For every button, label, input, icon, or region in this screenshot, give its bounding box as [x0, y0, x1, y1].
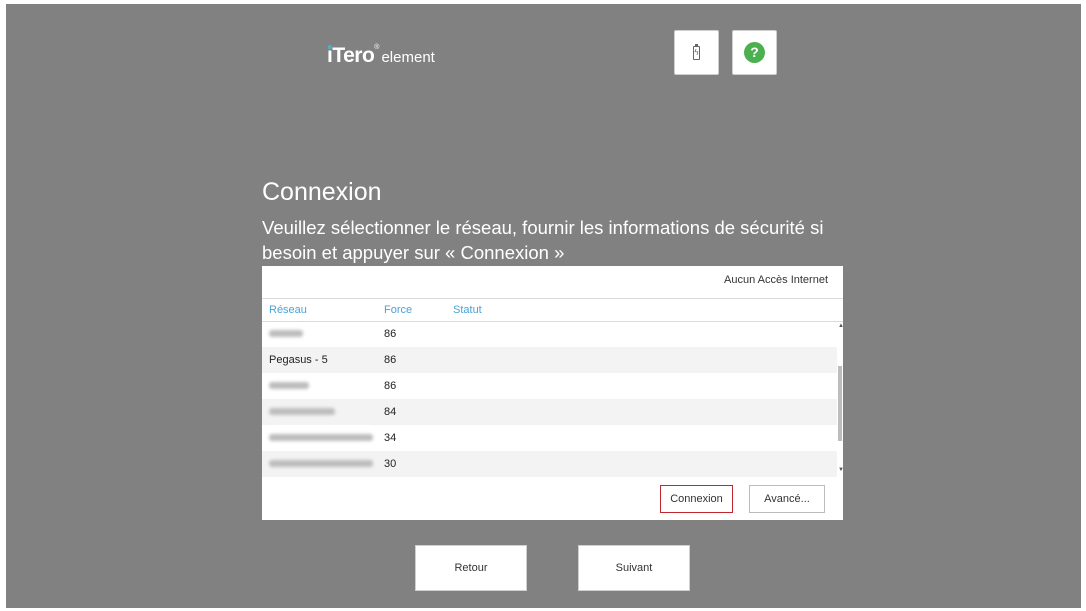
internet-status: Aucun Accès Internet: [724, 274, 828, 286]
logo-brand: iTero: [327, 44, 375, 67]
wifi-panel: Aucun Accès Internet Réseau Force Statut…: [262, 266, 844, 520]
network-row[interactable]: 30: [262, 451, 837, 477]
network-name: Pegasus - 5: [269, 354, 328, 366]
network-list-scrollbar[interactable]: ▲ ▼: [837, 321, 844, 477]
screen: iTero®element ϟ ? Connexion Veuillez sél…: [6, 4, 1081, 608]
obscured-network-name: [269, 408, 335, 415]
battery-button[interactable]: ϟ: [674, 30, 719, 75]
next-button[interactable]: Suivant: [578, 545, 690, 591]
scroll-down-icon[interactable]: ▼: [838, 467, 844, 473]
obscured-network-name: [269, 330, 303, 337]
logo-product: element: [381, 49, 435, 66]
network-strength: 30: [384, 458, 397, 470]
network-table-header: Réseau Force Statut: [262, 298, 843, 322]
network-row[interactable]: 84: [262, 399, 837, 425]
network-strength: 84: [384, 406, 397, 418]
network-row[interactable]: 34: [262, 425, 837, 451]
itero-logo: iTero®element: [327, 44, 435, 67]
network-strength: 86: [384, 328, 397, 340]
network-strength: 34: [384, 432, 397, 444]
obscured-network-name: [269, 460, 373, 467]
column-network[interactable]: Réseau: [269, 304, 307, 316]
connect-button[interactable]: Connexion: [660, 485, 733, 513]
column-status[interactable]: Statut: [453, 304, 482, 316]
obscured-network-name: [269, 434, 373, 441]
network-row[interactable]: 86: [262, 373, 837, 399]
battery-charging-icon: ϟ: [693, 43, 700, 60]
network-row[interactable]: Pegasus - 5 86: [262, 347, 837, 373]
network-row[interactable]: 86: [262, 321, 837, 347]
network-list: 86 Pegasus - 5 86 86 84 34 30: [262, 321, 837, 477]
network-strength: 86: [384, 354, 397, 366]
advanced-button[interactable]: Avancé...: [749, 485, 825, 513]
page-title: Connexion: [262, 178, 382, 206]
instructions-text: Veuillez sélectionner le réseau, fournir…: [262, 217, 824, 263]
help-button[interactable]: ?: [732, 30, 777, 75]
help-icon: ?: [744, 42, 765, 63]
column-strength[interactable]: Force: [384, 304, 412, 316]
obscured-network-name: [269, 382, 309, 389]
scroll-thumb[interactable]: [838, 366, 842, 441]
network-strength: 86: [384, 380, 397, 392]
scroll-up-icon[interactable]: ▲: [838, 323, 844, 329]
back-button[interactable]: Retour: [415, 545, 527, 591]
